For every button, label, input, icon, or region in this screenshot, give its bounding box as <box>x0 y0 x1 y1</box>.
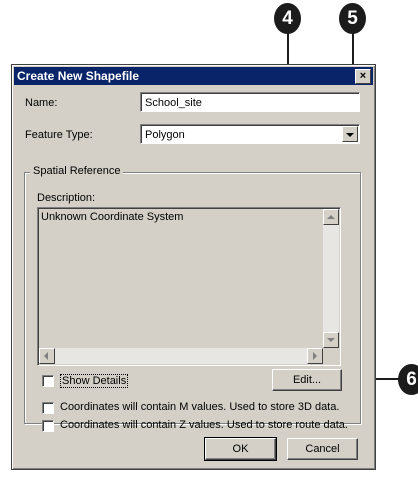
scroll-left-button[interactable] <box>39 348 55 364</box>
callout-4: 4 <box>274 3 301 34</box>
feature-type-select[interactable]: Polygon <box>140 124 360 144</box>
edit-button-label: Edit... <box>292 374 322 386</box>
ok-button[interactable]: OK <box>204 437 277 461</box>
edit-button[interactable]: Edit... <box>272 369 342 391</box>
create-new-shapefile-dialog: Create New Shapefile × Name: School_site… <box>11 64 376 470</box>
m-values-checkbox[interactable] <box>42 402 54 414</box>
z-values-label[interactable]: Coordinates will contain Z values. Used … <box>60 419 348 431</box>
close-icon: × <box>359 70 367 82</box>
horizontal-scrollbar[interactable] <box>39 348 323 364</box>
m-values-label[interactable]: Coordinates will contain M values. Used … <box>60 401 339 413</box>
feature-type-value: Polygon <box>145 129 185 141</box>
show-details-label[interactable]: Show Details <box>60 374 129 388</box>
callout-5: 5 <box>339 3 366 34</box>
scroll-up-button[interactable] <box>323 209 339 225</box>
feature-type-label: Feature Type: <box>25 129 93 141</box>
close-button[interactable]: × <box>355 69 371 84</box>
dialog-title: Create New Shapefile <box>17 69 140 83</box>
up-arrow-icon <box>327 215 335 219</box>
dialog-title-bar: Create New Shapefile × <box>14 67 373 85</box>
cancel-button[interactable]: Cancel <box>287 438 358 460</box>
scrollbar-corner <box>323 348 339 364</box>
right-arrow-icon <box>313 352 317 360</box>
callout-6: 6 <box>398 364 418 395</box>
ok-button-label: OK <box>232 443 249 455</box>
scroll-right-button[interactable] <box>307 348 323 364</box>
name-label: Name: <box>25 97 58 109</box>
z-values-checkbox[interactable] <box>42 420 54 432</box>
dropdown-arrow-icon[interactable] <box>342 126 358 142</box>
vertical-scrollbar[interactable] <box>323 209 339 348</box>
name-input[interactable]: School_site <box>140 92 360 112</box>
show-details-checkbox[interactable] <box>42 375 54 387</box>
name-value: School_site <box>145 97 202 109</box>
description-label: Description: <box>37 192 96 204</box>
spatial-reference-label: Spatial Reference <box>30 165 124 177</box>
scroll-down-button[interactable] <box>323 332 339 348</box>
description-box[interactable]: Unknown Coordinate System <box>37 207 341 366</box>
description-text: Unknown Coordinate System <box>41 211 184 223</box>
left-arrow-icon <box>44 352 48 360</box>
cancel-button-label: Cancel <box>305 443 340 455</box>
down-arrow-icon <box>327 338 335 342</box>
